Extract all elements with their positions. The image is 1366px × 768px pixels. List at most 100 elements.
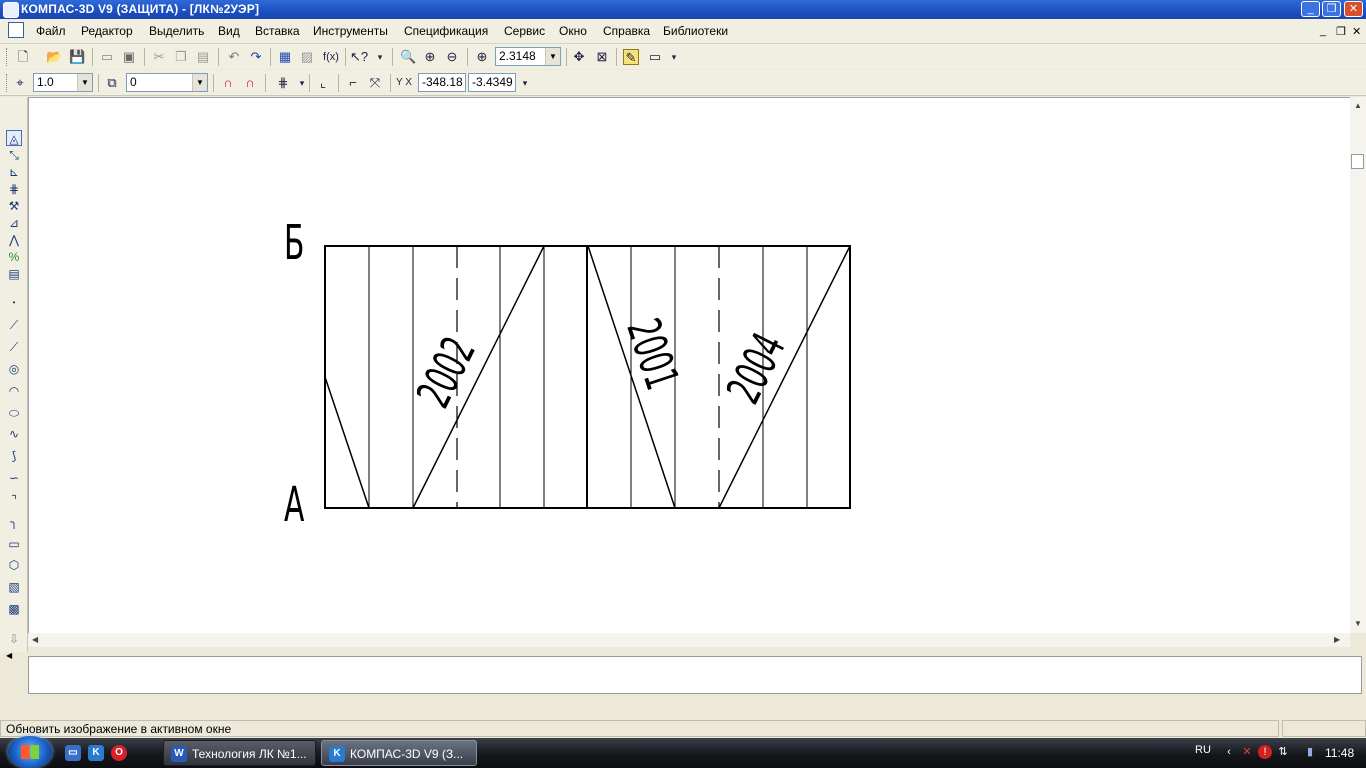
scroll-up-icon[interactable]: ▲ [1354,101,1362,110]
print-preview-icon[interactable]: ▣ [121,49,137,65]
document-icon[interactable] [8,22,24,38]
layer-combo[interactable]: 0 ▼ [126,73,208,92]
help-cursor-icon[interactable]: ↖? [350,49,368,65]
coord-dropdown-icon[interactable]: ▾ [517,75,533,91]
scroll-left-icon[interactable]: ◀ [32,635,38,644]
fill-icon[interactable]: ▩ [6,601,22,617]
doc-minimize-button[interactable]: _ [1320,25,1326,37]
restore-button[interactable]: ❐ [1322,1,1341,17]
toolbar-grip[interactable] [6,74,10,92]
report-icon[interactable]: ▤ [6,266,22,282]
auxiliary-line-icon[interactable]: ⟋ [6,317,22,333]
circle-icon[interactable]: ◎ [6,361,22,377]
help-dropdown-icon[interactable]: ▾ [372,49,388,65]
zoom-window-icon[interactable]: ⊕ [422,49,438,65]
polyline-icon[interactable]: ∿ [6,426,22,442]
refresh-icon[interactable]: ✎ [623,49,639,65]
security-icon[interactable]: ! [1258,745,1272,759]
start-button[interactable] [8,736,52,768]
zoom-out-icon[interactable]: ⊖ [444,49,460,65]
language-indicator[interactable]: RU [1195,744,1211,756]
undo-icon[interactable]: ↶ [226,49,242,65]
display-dropdown-icon[interactable]: ▾ [666,49,682,65]
display-mode-icon[interactable]: ▭ [647,49,663,65]
task-kompas[interactable]: K КОМПАС-3D V9 (З... [321,740,477,766]
round-icon[interactable]: ⌐ [345,75,361,91]
vertical-scrollbar[interactable]: ▲ ▼ [1350,97,1366,633]
zoom-combo[interactable]: 2.3148 ▼ [495,47,561,66]
menu-window[interactable]: Окно [559,24,587,38]
panel-scroll-icon[interactable]: ⇩ [6,631,22,647]
grid-icon[interactable]: ⋕ [275,75,291,91]
menu-service[interactable]: Сервис [504,24,545,38]
menu-file[interactable]: Файл [36,24,66,38]
doc-restore-button[interactable]: ❐ [1336,25,1346,38]
coord-y-field[interactable]: -3.4349 [468,73,516,92]
hatch-icon[interactable]: ▧ [6,579,22,595]
coord-x-field[interactable]: -348.18 [418,73,466,92]
menu-select[interactable]: Выделить [149,24,204,38]
local-cs-icon[interactable]: ⌖ [12,75,28,91]
arc-icon[interactable]: ◠ [6,383,22,399]
fillet-icon[interactable]: ╮ [6,514,22,530]
manager-icon[interactable]: ▦ [277,49,293,65]
grid-dropdown-icon[interactable]: ▾ [294,75,310,91]
chevron-down-icon[interactable]: ▼ [545,48,560,65]
measure-icon[interactable]: ⊿ [6,215,22,231]
nurbs-icon[interactable]: ⟆ [6,448,22,464]
antivirus-icon[interactable]: ✕ [1240,745,1254,759]
safely-remove-icon[interactable]: ▮ [1303,745,1317,759]
cursor-icon[interactable]: ⤧ [367,75,383,91]
symbols-icon[interactable]: ⊾ [6,164,22,180]
panel-arrow-icon[interactable]: ◀ [6,651,12,660]
open-icon[interactable]: 📂 [46,49,62,65]
menu-specification[interactable]: Спецификация [404,24,488,38]
function-icon[interactable]: f(x) [321,49,341,65]
dimensions-icon[interactable]: ⤡ [6,147,22,163]
pan-icon[interactable]: ✥ [571,49,587,65]
tray-expand-icon[interactable]: ‹ [1222,745,1236,759]
clock[interactable]: 11:48 [1325,746,1354,760]
menu-tools[interactable]: Инструменты [313,24,388,38]
menu-editor[interactable]: Редактор [81,24,133,38]
redo-icon[interactable]: ↷ [248,49,264,65]
menu-help[interactable]: Справка [603,24,650,38]
paste-icon[interactable]: ▤ [195,49,211,65]
minimize-button[interactable]: _ [1301,1,1320,17]
segment-icon[interactable]: ⟋ [6,339,22,355]
drawing-canvas[interactable]: Б А 2002 2001 2004 [28,97,1351,634]
properties-icon[interactable]: ▨ [299,49,315,65]
polygon-icon[interactable]: ⬡ [6,557,22,573]
scroll-down-icon[interactable]: ▼ [1354,619,1362,628]
menu-libraries[interactable]: Библиотеки [663,24,728,38]
kompas-quicklaunch-icon[interactable]: K [88,745,104,761]
save-icon[interactable]: 💾 [69,49,85,65]
snap-local-icon[interactable]: ∩ [242,75,258,91]
menu-view[interactable]: Вид [218,24,240,38]
new-icon[interactable]: 🗋 [15,49,31,65]
ellipse-icon[interactable]: ⬭ [6,405,22,421]
chevron-down-icon[interactable]: ▼ [192,74,207,91]
doc-close-button[interactable]: ✕ [1352,25,1361,38]
bezier-icon[interactable]: ∽ [6,470,22,486]
show-desktop-icon[interactable]: ▭ [65,745,81,761]
cut-icon[interactable]: ✂ [151,49,167,65]
point-icon[interactable]: • [6,295,22,311]
select-icon[interactable]: ⋀ [6,232,22,248]
zoom-in-icon[interactable]: 🔍 [400,49,416,65]
vertical-scroll-thumb[interactable] [1351,154,1364,169]
zoom-scale-icon[interactable]: ⊕ [474,49,490,65]
rectangle-icon[interactable]: ▭ [6,536,22,552]
chevron-down-icon[interactable]: ▼ [77,74,92,91]
spec-icon[interactable]: % [6,249,22,265]
horizontal-scrollbar[interactable]: ◀ ▶ [28,633,1350,647]
zoom-all-icon[interactable]: ⊠ [594,49,610,65]
scroll-right-icon[interactable]: ▶ [1334,635,1340,644]
opera-icon[interactable]: O [111,745,127,761]
task-word-document[interactable]: W Технология ЛК №1... [163,740,316,766]
copy-icon[interactable]: ❐ [173,49,189,65]
layers-icon[interactable]: ⧉ [104,75,120,91]
menu-insert[interactable]: Вставка [255,24,300,38]
toolbar-grip[interactable] [6,48,10,66]
network-icon[interactable]: ⇅ [1276,745,1290,759]
